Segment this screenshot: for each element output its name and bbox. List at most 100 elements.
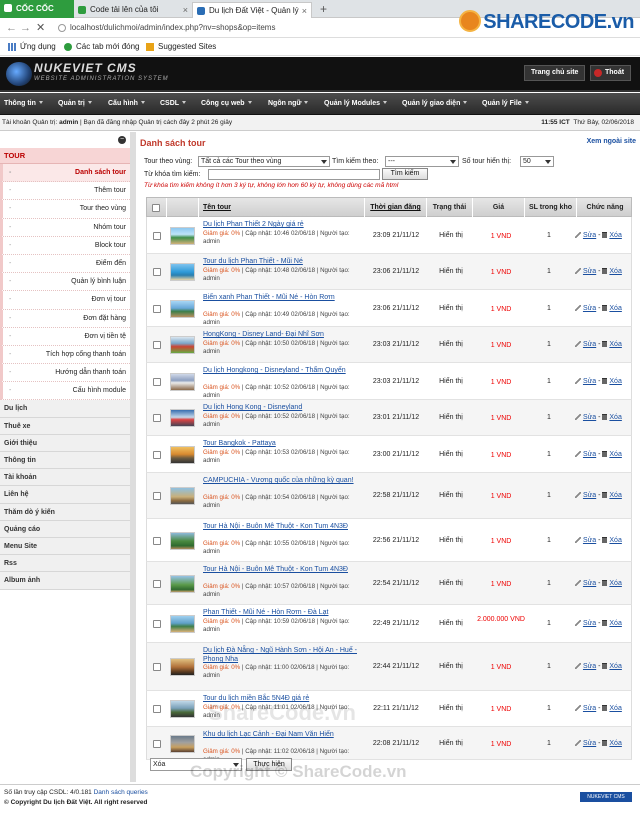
- delete-link[interactable]: Xóa: [609, 341, 621, 348]
- edit-link[interactable]: Sửa: [583, 268, 596, 275]
- sidebar-item[interactable]: Du lịch: [0, 400, 130, 418]
- back-icon[interactable]: ←: [6, 21, 17, 35]
- delete-link[interactable]: Xóa: [609, 378, 621, 385]
- menu-database[interactable]: CSDL: [160, 93, 187, 115]
- sidebar-subitem[interactable]: - Đơn vị tour: [0, 291, 130, 310]
- delete-link[interactable]: Xóa: [609, 580, 621, 587]
- sidebar-subitem[interactable]: - Danh sách tour: [0, 164, 130, 183]
- tour-name-link[interactable]: Du lịch Hongkong - Disneyland - Thẩm Quy…: [203, 366, 363, 375]
- tour-name-link[interactable]: Khu du lịch Lạc Cảnh - Đại Nam Văn Hiến: [203, 730, 363, 739]
- edit-link[interactable]: Sửa: [583, 451, 596, 458]
- sidebar-subitem[interactable]: - Nhóm tour: [0, 218, 130, 237]
- tour-thumbnail[interactable]: [170, 574, 195, 593]
- collapse-icon[interactable]: −: [118, 136, 126, 144]
- search-button[interactable]: Tìm kiếm: [382, 168, 428, 180]
- edit-link[interactable]: Sửa: [583, 663, 596, 670]
- sidebar-item[interactable]: Thông tin: [0, 452, 130, 470]
- edit-link[interactable]: Sửa: [583, 705, 596, 712]
- new-tab-button[interactable]: +: [320, 2, 327, 16]
- delete-link[interactable]: Xóa: [609, 232, 621, 239]
- edit-link[interactable]: Sửa: [583, 305, 596, 312]
- tour-thumbnail[interactable]: [170, 226, 195, 245]
- tour-name-link[interactable]: Du lịch Hong Kong - Disneyland: [203, 403, 363, 412]
- logout-button[interactable]: Thoát: [590, 65, 632, 81]
- tour-name-link[interactable]: Tour Hà Nội - Buôn Mê Thuột - Kon Tum 4N…: [203, 522, 363, 531]
- sidebar-subitem[interactable]: - Quản lý bình luận: [0, 273, 130, 292]
- tour-thumbnail[interactable]: [170, 734, 195, 753]
- sidebar-item[interactable]: Thuê xe: [0, 417, 130, 435]
- queries-link[interactable]: Danh sách queries: [94, 789, 148, 796]
- edit-link[interactable]: Sửa: [583, 492, 596, 499]
- menu-language[interactable]: Ngôn ngữ: [268, 93, 309, 115]
- row-checkbox[interactable]: [153, 304, 161, 313]
- region-select[interactable]: Tất cả các Tour theo vùng: [198, 156, 330, 167]
- delete-link[interactable]: Xóa: [609, 705, 621, 712]
- tour-thumbnail[interactable]: [170, 487, 195, 505]
- sidebar-subitem[interactable]: - Hướng dẫn thanh toán: [0, 364, 130, 383]
- browser-tab-admin[interactable]: Du lịch Đất Việt - Quản lý ×: [192, 2, 312, 18]
- sidebar-subitem[interactable]: - Điểm đến: [0, 254, 130, 274]
- url-input[interactable]: localhost/dulichmoi/admin/index.php?nv=s…: [56, 21, 456, 35]
- sidebar-subitem[interactable]: - Cấu hình module: [0, 382, 130, 401]
- sidebar-item[interactable]: Menu Site: [0, 537, 130, 556]
- tour-thumbnail[interactable]: [170, 372, 195, 391]
- edit-link[interactable]: Sửa: [583, 740, 596, 747]
- sidebar-subitem[interactable]: - Block tour: [0, 236, 130, 255]
- nukeviet-badge[interactable]: NUKEVIET CMS: [580, 792, 632, 802]
- sidebar-subitem[interactable]: - Tích hợp cổng thanh toán: [0, 345, 130, 365]
- delete-link[interactable]: Xóa: [609, 740, 621, 747]
- row-checkbox[interactable]: [153, 341, 161, 349]
- row-checkbox[interactable]: [153, 705, 161, 713]
- sidebar-item[interactable]: Rss: [0, 555, 130, 573]
- tour-name-link[interactable]: HongKong - Disney Land- Đại Nhĩ Sơn: [203, 330, 363, 339]
- menu-themes[interactable]: Quản lý giao diện: [402, 93, 468, 115]
- row-checkbox[interactable]: [153, 450, 161, 459]
- tour-thumbnail[interactable]: [170, 700, 195, 718]
- sidebar-section-tour[interactable]: TOUR: [0, 148, 130, 164]
- sidebar-subitem[interactable]: - Tour theo vùng: [0, 200, 130, 219]
- sidebar-item[interactable]: Album ảnh: [0, 572, 130, 590]
- bookmark-apps[interactable]: Ứng dụng: [8, 41, 56, 53]
- tour-thumbnail[interactable]: [170, 615, 195, 633]
- tour-thumbnail[interactable]: [170, 445, 195, 464]
- delete-link[interactable]: Xóa: [609, 663, 621, 670]
- reload-icon[interactable]: ✕: [36, 21, 45, 35]
- sidebar-item[interactable]: Tài khoản: [0, 469, 130, 487]
- menu-admin[interactable]: Quản trị: [58, 93, 92, 115]
- delete-link[interactable]: Xóa: [609, 414, 621, 421]
- sidebar-item[interactable]: Thăm dò ý kiến: [0, 503, 130, 521]
- keyword-input[interactable]: [208, 169, 380, 180]
- bookmark-recent-tabs[interactable]: Các tab mới đóng: [64, 41, 140, 53]
- tour-name-link[interactable]: Biển xanh Phan Thiết - Mũi Né - Hòn Rơm: [203, 293, 363, 302]
- row-checkbox[interactable]: [153, 377, 161, 386]
- search-by-select[interactable]: ---: [385, 156, 459, 167]
- sidebar-subitem[interactable]: - Đơn đặt hàng: [0, 309, 130, 328]
- sidebar-item[interactable]: Quảng cáo: [0, 520, 130, 538]
- per-page-select[interactable]: 50: [520, 156, 554, 167]
- delete-link[interactable]: Xóa: [609, 620, 621, 627]
- tour-name-link[interactable]: Du lịch Đà Nẵng - Ngũ Hành Sơn - Hội An …: [203, 646, 363, 664]
- row-checkbox[interactable]: [153, 739, 161, 748]
- tour-name-link[interactable]: Tour du lịch Phan Thiết - Mũi Né: [203, 257, 363, 266]
- tour-name-link[interactable]: Tour Bangkok - Pattaya: [203, 439, 363, 448]
- menu-config[interactable]: Cấu hình: [108, 93, 145, 115]
- bookmark-suggested[interactable]: Suggested Sites: [146, 41, 216, 53]
- tour-thumbnail[interactable]: [170, 531, 195, 550]
- browser-brand-button[interactable]: CỐC CỐC: [0, 0, 74, 18]
- forward-icon[interactable]: →: [20, 21, 31, 35]
- row-checkbox[interactable]: [153, 536, 161, 545]
- sidebar-item[interactable]: Giới thiệu: [0, 434, 130, 452]
- tour-thumbnail[interactable]: [170, 409, 195, 427]
- tour-thumbnail[interactable]: [170, 658, 195, 676]
- view-site-link[interactable]: Xem ngoài site: [587, 138, 636, 145]
- edit-link[interactable]: Sửa: [583, 580, 596, 587]
- row-checkbox[interactable]: [153, 268, 161, 276]
- row-checkbox[interactable]: [153, 492, 161, 500]
- browser-tab-my-code[interactable]: Code tải lên của tôi ×: [74, 2, 192, 18]
- menu-modules[interactable]: Quản lý Modules: [324, 93, 388, 115]
- delete-link[interactable]: Xóa: [609, 305, 621, 312]
- select-all-checkbox[interactable]: [152, 204, 160, 212]
- row-checkbox[interactable]: [153, 231, 161, 240]
- tour-thumbnail[interactable]: [170, 263, 195, 281]
- tour-name-link[interactable]: CAMPUCHIA - Vương quốc của những kỳ quan…: [203, 476, 363, 485]
